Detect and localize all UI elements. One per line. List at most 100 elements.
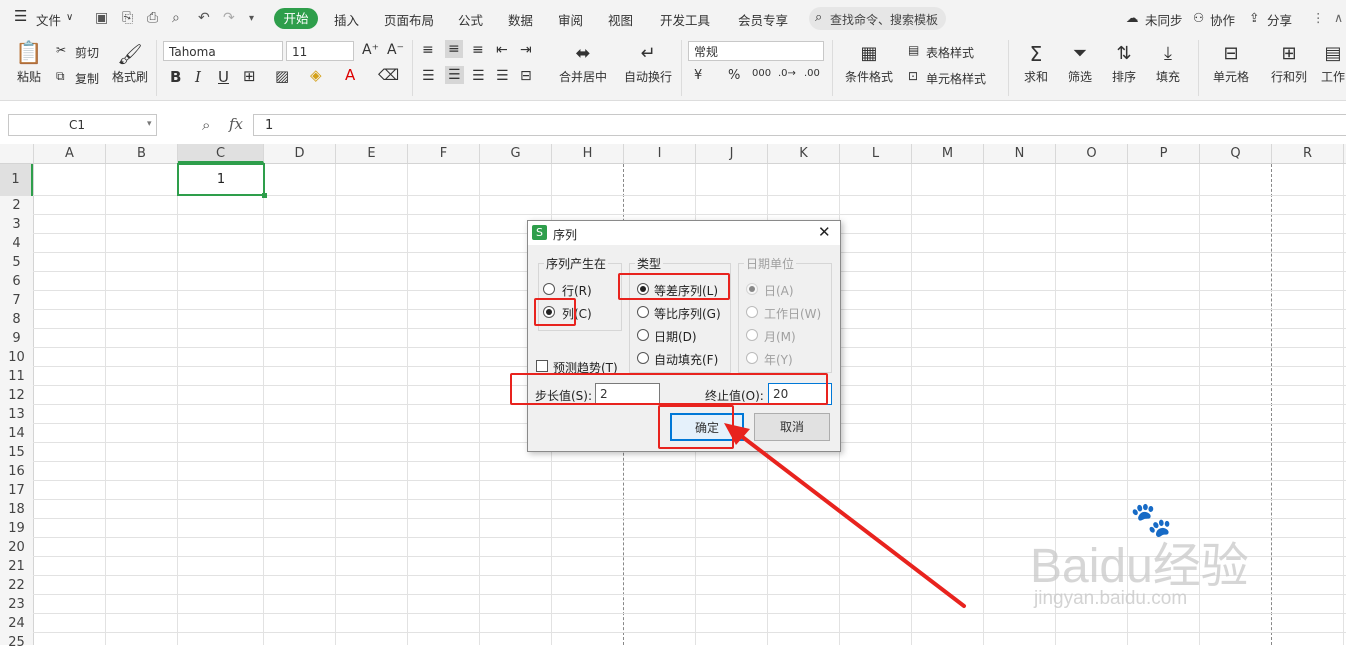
cut-button[interactable]: 剪切	[75, 44, 99, 61]
row-col-button[interactable]: ⊞ 行和列	[1264, 40, 1314, 85]
justify-icon[interactable]: ☰	[496, 68, 509, 84]
decrease-font-icon[interactable]: A⁻	[387, 42, 404, 58]
row-header[interactable]: 9	[0, 329, 33, 348]
align-top-icon[interactable]: ≡	[422, 42, 434, 58]
fill-button[interactable]: ⤓ 填充	[1150, 40, 1186, 85]
increase-font-icon[interactable]: A⁺	[362, 42, 379, 58]
name-box[interactable]: C1 ▾	[8, 114, 157, 136]
month-radio[interactable]	[746, 329, 758, 341]
day-radio[interactable]	[746, 283, 758, 295]
cell-style-button[interactable]: 单元格样式	[926, 70, 986, 87]
column-header[interactable]: B	[106, 144, 178, 163]
row-header[interactable]: 17	[0, 481, 33, 500]
row-header[interactable]: 18	[0, 500, 33, 519]
selected-cell-c1[interactable]: 1	[177, 163, 267, 198]
column-header[interactable]: M	[912, 144, 984, 163]
font-name-select[interactable]: Tahoma	[163, 41, 283, 61]
eraser-icon[interactable]: ⌫	[378, 66, 399, 84]
font-size-select[interactable]: 11	[286, 41, 354, 61]
row-header[interactable]: 2	[0, 196, 33, 215]
column-header[interactable]: Q	[1200, 144, 1272, 163]
row-header[interactable]: 16	[0, 462, 33, 481]
row-header[interactable]: 4	[0, 234, 33, 253]
copy-button[interactable]: 复制	[75, 70, 99, 87]
percent-icon[interactable]: %	[728, 68, 740, 83]
file-menu[interactable]: 文件	[36, 10, 61, 29]
autofill-radio[interactable]	[637, 352, 649, 364]
filter-button[interactable]: ⏷ 筛选	[1062, 40, 1098, 85]
row-header[interactable]: 12	[0, 386, 33, 405]
undo-icon[interactable]: ↶	[198, 10, 210, 26]
cell-style-icon[interactable]: ⊡	[908, 69, 918, 83]
tab-view[interactable]: 视图	[608, 10, 633, 29]
tab-page-layout[interactable]: 页面布局	[384, 10, 434, 29]
tab-member[interactable]: 会员专享	[738, 10, 788, 29]
row-header[interactable]: 21	[0, 557, 33, 576]
sync-status[interactable]: 未同步	[1145, 10, 1183, 29]
border-icon[interactable]: ⊞	[243, 67, 256, 85]
column-header[interactable]: J	[696, 144, 768, 163]
distribute-icon[interactable]: ⊟	[520, 68, 532, 84]
row-header[interactable]: 11	[0, 367, 33, 386]
italic-icon[interactable]: I	[195, 68, 201, 86]
bold-icon[interactable]: B	[170, 68, 181, 86]
currency-icon[interactable]: ¥	[694, 68, 702, 83]
year-radio[interactable]	[746, 352, 758, 364]
table-style-icon[interactable]: ▤	[908, 43, 919, 57]
table-style-button[interactable]: 表格样式	[926, 44, 974, 61]
zoom-icon[interactable]: ⌕	[202, 116, 210, 134]
export-icon[interactable]: ⎘	[122, 10, 133, 26]
collapse-ribbon-icon[interactable]: ∧	[1334, 10, 1343, 25]
number-format-select[interactable]: 常规	[688, 41, 824, 61]
tab-review[interactable]: 审阅	[558, 10, 583, 29]
collaborate-button[interactable]: 协作	[1210, 10, 1235, 29]
row-header[interactable]: 13	[0, 405, 33, 424]
row-header[interactable]: 1	[0, 164, 33, 196]
column-header[interactable]: F	[408, 144, 480, 163]
column-header[interactable]: K	[768, 144, 840, 163]
align-left-icon[interactable]: ☰	[422, 68, 435, 84]
row-header[interactable]: 14	[0, 424, 33, 443]
underline-icon[interactable]: U	[218, 68, 229, 86]
align-bottom-icon[interactable]: ≡	[472, 42, 484, 58]
sum-button[interactable]: Σ 求和	[1018, 40, 1054, 85]
fill-handle[interactable]	[262, 193, 267, 198]
chevron-down-icon[interactable]: ∨	[66, 12, 73, 23]
row-header[interactable]: 6	[0, 272, 33, 291]
row-header[interactable]: 23	[0, 595, 33, 614]
increase-decimal-icon[interactable]: .0→	[778, 68, 796, 79]
worksheet-button[interactable]: ▤ 工作	[1320, 40, 1346, 85]
column-header[interactable]: L	[840, 144, 912, 163]
column-header[interactable]: G	[480, 144, 552, 163]
row-header[interactable]: 5	[0, 253, 33, 272]
tab-data[interactable]: 数据	[508, 10, 533, 29]
column-header[interactable]: E	[336, 144, 408, 163]
date-radio[interactable]	[637, 329, 649, 341]
customize-icon[interactable]: ▾	[249, 13, 254, 24]
formula-input[interactable]: 1	[253, 114, 1346, 136]
row-header[interactable]: 10	[0, 348, 33, 367]
row-radio[interactable]	[543, 283, 555, 295]
tab-home[interactable]: 开始	[274, 8, 318, 29]
trend-checkbox[interactable]	[536, 360, 548, 372]
row-header[interactable]: 22	[0, 576, 33, 595]
share-button[interactable]: 分享	[1267, 10, 1292, 29]
row-header[interactable]: 8	[0, 310, 33, 329]
growth-radio[interactable]	[637, 306, 649, 318]
scissors-icon[interactable]: ✂	[56, 43, 66, 57]
fill-color-icon[interactable]: ◈	[310, 66, 322, 84]
decrease-decimal-icon[interactable]: .00	[804, 68, 820, 79]
row-header[interactable]: 15	[0, 443, 33, 462]
column-header[interactable]: O	[1056, 144, 1128, 163]
row-header[interactable]: 25	[0, 633, 33, 652]
column-header[interactable]: R	[1272, 144, 1344, 163]
close-icon[interactable]: ✕	[818, 223, 831, 241]
indent-increase-icon[interactable]: ⇥	[520, 42, 532, 58]
format-painter-button[interactable]: 🖌 格式刷	[110, 40, 150, 85]
column-header[interactable]: P	[1128, 144, 1200, 163]
preview-icon[interactable]: ⌕	[172, 10, 180, 26]
wrap-text-button[interactable]: ↵ 自动换行	[622, 40, 674, 85]
column-header[interactable]: A	[34, 144, 106, 163]
column-header[interactable]: H	[552, 144, 624, 163]
copy-icon[interactable]: ⧉	[56, 69, 65, 84]
